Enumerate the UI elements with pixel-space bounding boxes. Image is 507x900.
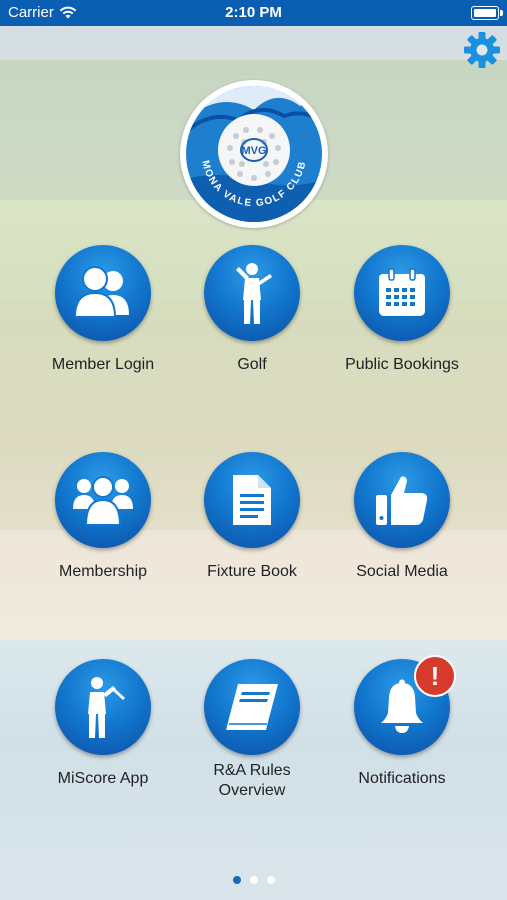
status-bar: Carrier 2:10 PM bbox=[0, 0, 507, 26]
notification-badge: ! bbox=[414, 655, 456, 697]
golf-button[interactable]: Golf bbox=[172, 245, 332, 375]
miscore-app-label: MiScore App bbox=[57, 770, 149, 787]
gear-icon bbox=[464, 32, 500, 68]
public-bookings-button[interactable]: Public Bookings bbox=[322, 245, 482, 375]
golfer-swing-icon bbox=[88, 677, 125, 738]
membership-circle[interactable] bbox=[55, 452, 151, 548]
rules-overview-circle[interactable] bbox=[204, 659, 300, 755]
svg-text:MVG: MVG bbox=[241, 145, 266, 157]
golf-circle[interactable] bbox=[204, 245, 300, 341]
status-time: 2:10 PM bbox=[225, 4, 282, 21]
page-indicator[interactable] bbox=[0, 876, 507, 884]
document-icon bbox=[233, 475, 271, 525]
social-media-circle[interactable] bbox=[354, 452, 450, 548]
book-icon bbox=[224, 684, 278, 731]
membership-button[interactable]: Membership bbox=[23, 452, 183, 582]
fixture-book-label: Fixture Book bbox=[207, 563, 297, 580]
club-crest-icon: MVG MONA VALE GOLF CLUB bbox=[186, 86, 322, 222]
miscore-app-button[interactable]: MiScore App bbox=[23, 659, 183, 789]
notifications-button[interactable]: ! Notifications bbox=[322, 655, 482, 789]
member-login-label: Member Login bbox=[51, 356, 155, 373]
notifications-circle[interactable]: ! bbox=[354, 655, 456, 755]
miscore-app-circle[interactable] bbox=[55, 659, 151, 755]
golf-label: Golf bbox=[237, 356, 267, 373]
page-dot-3[interactable] bbox=[266, 876, 275, 884]
public-bookings-label: Public Bookings bbox=[345, 356, 459, 373]
member-login-circle[interactable] bbox=[55, 245, 151, 341]
rules-overview-label-line1: R&A Rules bbox=[213, 762, 291, 779]
club-logo: MVG MONA VALE GOLF CLUB bbox=[180, 80, 328, 228]
members-icon bbox=[73, 266, 129, 318]
public-bookings-circle[interactable] bbox=[354, 245, 450, 341]
member-login-button[interactable]: Member Login bbox=[23, 245, 183, 375]
rules-overview-button[interactable]: R&A Rules Overview bbox=[172, 659, 332, 801]
settings-button[interactable] bbox=[462, 30, 502, 70]
social-media-button[interactable]: Social Media bbox=[322, 452, 482, 582]
fixture-book-button[interactable]: Fixture Book bbox=[172, 452, 332, 582]
membership-label: Membership bbox=[58, 563, 148, 580]
calendar-icon bbox=[379, 268, 425, 316]
thumbs-up-icon bbox=[376, 476, 428, 525]
battery-icon bbox=[471, 6, 503, 20]
fixture-book-circle[interactable] bbox=[204, 452, 300, 548]
rules-overview-label-line2: Overview bbox=[218, 782, 286, 799]
page-dot-2[interactable] bbox=[249, 876, 258, 884]
group-icon bbox=[73, 476, 133, 526]
golfer-icon bbox=[236, 263, 272, 324]
page-dot-1[interactable] bbox=[232, 876, 241, 884]
notifications-label: Notifications bbox=[358, 770, 446, 787]
rules-overview-label: R&A Rules Overview bbox=[172, 761, 332, 801]
social-media-label: Social Media bbox=[356, 563, 448, 580]
